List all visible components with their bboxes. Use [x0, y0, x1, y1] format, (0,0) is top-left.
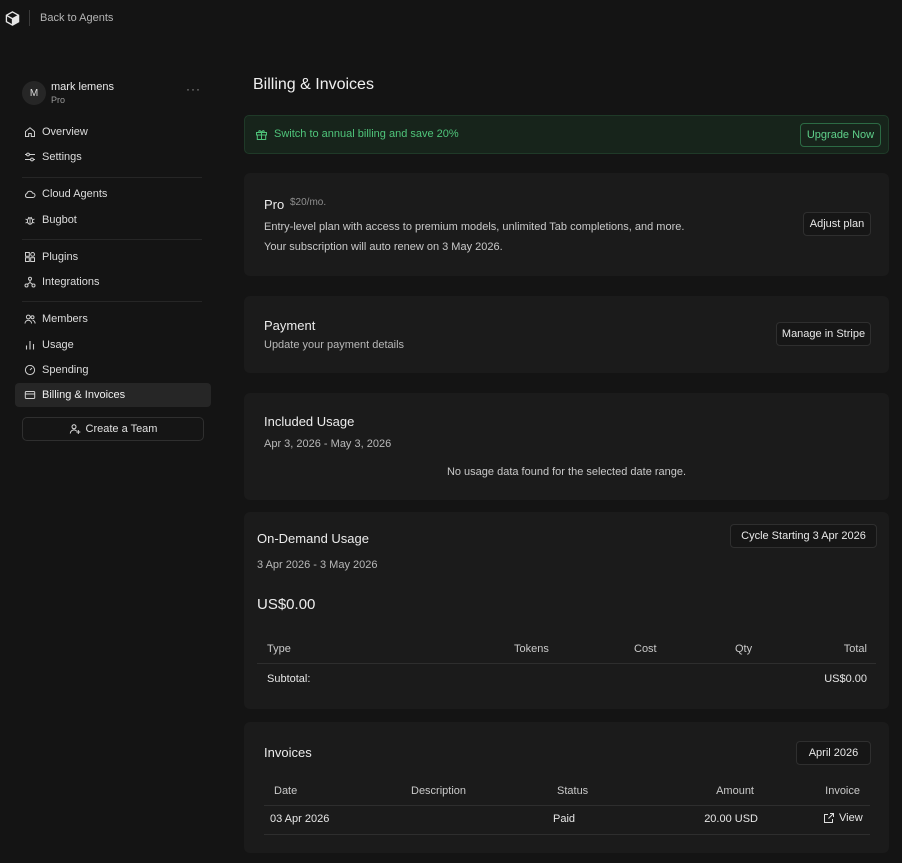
bug-icon	[25, 216, 35, 225]
subtotal-value: US$0.00	[824, 673, 867, 685]
column-header-cost: Cost	[634, 643, 657, 655]
sidebar-item-overview[interactable]: Overview	[15, 120, 211, 144]
adjust-plan-button[interactable]: Adjust plan	[803, 212, 871, 236]
payment-subtitle: Update your payment details	[264, 339, 405, 351]
home-icon	[25, 127, 35, 137]
sidebar-divider	[22, 177, 202, 178]
included-usage-empty: No usage data found for the selected dat…	[446, 466, 687, 478]
gift-icon	[256, 130, 267, 140]
more-options-button[interactable]: ···	[186, 82, 201, 96]
table-divider	[264, 805, 870, 806]
column-header-qty: Qty	[735, 643, 753, 655]
sidebar-item-members[interactable]: Members	[15, 307, 211, 331]
invoice-amount: 20.00 USD	[704, 813, 758, 825]
gauge-icon	[24, 364, 36, 376]
sidebar-item-label: Cloud Agents	[42, 188, 108, 200]
avatar: M	[22, 81, 46, 105]
back-to-agents-link[interactable]: Back to Agents	[40, 12, 113, 24]
upgrade-now-button[interactable]: Upgrade Now	[800, 123, 881, 147]
puzzle-icon	[25, 252, 36, 262]
sidebar-item-label: Usage	[42, 339, 74, 351]
plan-price: $20/mo.	[290, 197, 327, 208]
column-header-type: Type	[267, 643, 291, 655]
on-demand-usage-card: On-Demand Usage 3 Apr 2026 - 3 May 2026 …	[244, 512, 889, 709]
included-usage-range: Apr 3, 2026 - May 3, 2026	[264, 438, 392, 450]
user-name: mark lemens	[51, 81, 114, 93]
payment-title: Payment	[264, 318, 316, 333]
plan-description: Entry-level plan with access to premium …	[264, 221, 685, 233]
included-usage-title: Included Usage	[264, 414, 355, 429]
plan-renewal: Your subscription will auto renew on 3 M…	[264, 241, 503, 253]
column-header-date: Date	[274, 785, 298, 797]
sidebar-item-plugins[interactable]: Plugins	[15, 245, 211, 269]
sidebar-divider	[22, 301, 202, 302]
column-header-description: Description	[411, 785, 467, 797]
manage-in-stripe-button[interactable]: Manage in Stripe	[776, 322, 871, 346]
table-divider	[264, 834, 870, 835]
page-title: Billing & Invoices	[253, 76, 374, 93]
on-demand-amount: US$0.00	[257, 596, 316, 613]
user-plan: Pro	[51, 95, 66, 105]
payment-card: Payment Update your payment details Mana…	[244, 296, 889, 373]
table-divider	[257, 663, 876, 664]
external-link-icon	[824, 813, 834, 823]
invoices-card: Invoices April 2026 Date Description Sta…	[244, 722, 889, 853]
add-user-icon	[69, 424, 80, 434]
create-team-label: Create a Team	[85, 423, 158, 435]
column-header-tokens: Tokens	[514, 643, 549, 655]
sidebar-item-label: Plugins	[42, 251, 79, 263]
view-invoice-label: View	[839, 812, 863, 824]
sidebar-item-label: Members	[42, 313, 88, 325]
top-divider	[29, 10, 30, 26]
sidebar-item-label: Integrations	[42, 276, 100, 288]
sidebar-item-label: Billing & Invoices	[42, 389, 126, 401]
users-icon	[24, 314, 36, 324]
invoice-status: Paid	[553, 813, 576, 825]
cycle-select[interactable]: Cycle Starting 3 Apr 2026	[730, 524, 877, 548]
cube-logo-icon[interactable]	[5, 11, 20, 26]
sidebar-item-bugbot[interactable]: Bugbot	[15, 208, 211, 232]
sliders-icon	[25, 152, 35, 162]
sidebar-item-settings[interactable]: Settings	[15, 145, 211, 169]
column-header-amount: Amount	[716, 785, 754, 797]
credit-card-icon	[24, 391, 36, 399]
create-team-button[interactable]: Create a Team	[22, 417, 204, 441]
included-usage-card: Included Usage Apr 3, 2026 - May 3, 2026…	[244, 393, 889, 500]
sidebar-item-label: Spending	[42, 364, 89, 376]
user-profile[interactable]: M mark lemens Pro ···	[22, 80, 207, 108]
column-header-status: Status	[557, 785, 589, 797]
sidebar-item-integrations[interactable]: Integrations	[15, 270, 211, 294]
bar-chart-icon	[25, 341, 35, 350]
invoice-date: 03 Apr 2026	[270, 813, 330, 825]
sidebar-item-billing-invoices[interactable]: Billing & Invoices	[15, 383, 211, 407]
subtotal-label: Subtotal:	[267, 673, 311, 685]
column-header-total: Total	[843, 643, 867, 655]
on-demand-title: On-Demand Usage	[257, 531, 369, 546]
cloud-icon	[25, 190, 36, 198]
sidebar-item-cloud-agents[interactable]: Cloud Agents	[15, 182, 211, 206]
banner-text: Switch to annual billing and save 20%	[274, 128, 459, 140]
sidebar-divider	[22, 239, 202, 240]
top-bar: Back to Agents	[0, 0, 902, 36]
invoice-month-select[interactable]: April 2026	[796, 741, 871, 765]
invoices-title: Invoices	[264, 745, 312, 760]
view-invoice-link[interactable]: View	[823, 812, 863, 824]
plan-name: Pro	[264, 197, 285, 212]
sidebar-item-spending[interactable]: Spending	[15, 358, 211, 382]
annual-billing-banner: Switch to annual billing and save 20% Up…	[244, 115, 889, 154]
sidebar-item-label: Settings	[42, 151, 82, 163]
plan-card: Pro $20/mo. Entry-level plan with access…	[244, 173, 889, 276]
sidebar-item-label: Bugbot	[42, 214, 77, 226]
sidebar-item-usage[interactable]: Usage	[15, 333, 211, 357]
on-demand-range: 3 Apr 2026 - 3 May 2026	[257, 559, 378, 571]
column-header-invoice: Invoice	[825, 785, 860, 797]
sidebar-item-label: Overview	[42, 126, 88, 138]
network-icon	[24, 276, 36, 288]
